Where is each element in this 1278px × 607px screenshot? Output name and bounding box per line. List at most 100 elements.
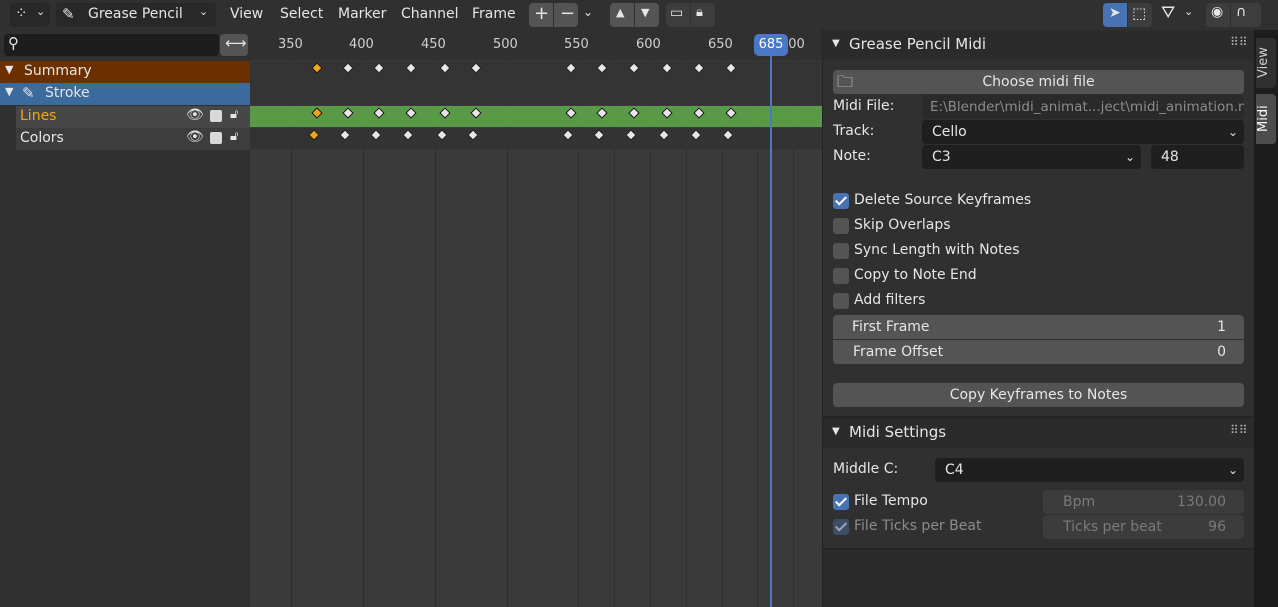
bpm-value: 130.00: [1177, 494, 1226, 510]
proportional-icon: ◉: [1211, 4, 1224, 20]
channel-lines[interactable]: Lines 👁︎ 🔓︎: [16, 106, 250, 128]
eye-icon[interactable]: 👁︎: [186, 107, 204, 123]
choose-midi-file-button[interactable]: 🗀 Choose midi file: [833, 70, 1244, 94]
bpm-field[interactable]: Bpm 130.00: [1043, 490, 1244, 514]
tab-view[interactable]: View: [1256, 38, 1276, 88]
summary-track[interactable]: [250, 61, 822, 83]
chevron-down-icon[interactable]: ⌄: [583, 5, 593, 19]
file-tempo-label[interactable]: File Tempo: [854, 493, 928, 509]
skip-overlaps-checkbox[interactable]: [833, 218, 849, 234]
channel-colors[interactable]: Colors 👁︎ 🔓︎: [16, 128, 250, 150]
eye-icon[interactable]: 👁︎: [186, 129, 204, 145]
add-filters-label[interactable]: Add filters: [854, 292, 925, 308]
note-label: Note:: [833, 148, 871, 164]
sidebar-panel: ▼ Grease Pencil Midi ⠿⠿ 🗀 Choose midi fi…: [822, 30, 1255, 607]
checkbox-icon[interactable]: [210, 132, 222, 144]
note-number-value: 48: [1161, 149, 1179, 165]
copy-keyframes-button[interactable]: Copy Keyframes to Notes: [833, 383, 1244, 407]
search-icon: ⚲: [8, 34, 19, 52]
cursor-icon: ➤: [1109, 5, 1121, 21]
first-frame-value: 1: [1217, 319, 1226, 335]
midi-file-field[interactable]: E:\Blender\midi_animat...ject\midi_anima…: [922, 95, 1244, 119]
channel-summary[interactable]: ▼ Summary: [0, 61, 250, 83]
tab-midi[interactable]: Midi: [1256, 94, 1276, 144]
colors-track[interactable]: [250, 128, 822, 149]
current-frame-badge[interactable]: 685: [754, 34, 788, 56]
mode-dropdown[interactable]: ✎ Grease Pencil ⌄: [56, 3, 216, 27]
chevron-down-icon: ⌄: [199, 5, 209, 18]
channel-stroke[interactable]: ▼ ✎ Stroke: [0, 83, 250, 105]
sync-length-label[interactable]: Sync Length with Notes: [854, 242, 1020, 258]
channel-list: ▼ Summary ▼ ✎ Stroke Lines 👁︎ 🔓︎ Colors …: [0, 60, 250, 607]
menu-select[interactable]: Select: [280, 6, 323, 22]
middle-c-dropdown[interactable]: C4 ⌄: [935, 458, 1244, 482]
editor-header: ⁘ ⌄ ✎ Grease Pencil ⌄ View Select Marker…: [0, 0, 1278, 30]
menu-marker[interactable]: Marker: [338, 6, 386, 22]
filter-dropdown[interactable]: ⛛ ⌄: [1158, 3, 1198, 27]
lock-button[interactable]: 🔒︎: [691, 3, 715, 27]
falloff-button[interactable]: ∩: [1231, 3, 1261, 27]
note-dropdown[interactable]: C3 ⌄: [922, 145, 1141, 169]
track-dropdown[interactable]: Cello ⌄: [922, 120, 1244, 144]
swap-sync-button[interactable]: ⟷: [220, 34, 248, 56]
midi-file-label: Midi File:: [833, 98, 895, 114]
frame-offset-field[interactable]: Frame Offset 0: [833, 340, 1244, 364]
channel-search-input[interactable]: ⚲: [4, 34, 219, 56]
lines-track[interactable]: [250, 106, 822, 127]
triangle-up-icon: ▲: [616, 6, 625, 19]
delete-source-keyframes-label[interactable]: Delete Source Keyframes: [854, 192, 1031, 208]
frame-offset-value: 0: [1217, 344, 1226, 360]
sync-length-checkbox[interactable]: [833, 243, 849, 259]
menu-channel[interactable]: Channel: [401, 6, 458, 22]
drag-handle-icon[interactable]: ⠿⠿: [1230, 35, 1248, 49]
panel-header-midi-settings[interactable]: ▼ Midi Settings ⠿⠿: [823, 418, 1255, 448]
tick-label: 400: [349, 37, 374, 52]
select-tool-button[interactable]: ➤: [1103, 3, 1127, 27]
checkbox-icon[interactable]: [210, 110, 222, 122]
file-ticks-checkbox[interactable]: [833, 519, 849, 535]
track-value: Cello: [932, 124, 967, 140]
box-select-button[interactable]: ⬚: [1128, 3, 1152, 27]
triangle-down-icon[interactable]: ▼: [5, 85, 13, 98]
menu-frame[interactable]: Frame: [472, 6, 516, 22]
frame-ruler[interactable]: [250, 30, 822, 60]
file-ticks-label[interactable]: File Ticks per Beat: [854, 518, 981, 534]
channel-summary-label: Summary: [24, 63, 92, 79]
first-frame-field[interactable]: First Frame 1: [833, 315, 1244, 339]
dopesheet-timeline[interactable]: 350 400 450 500 550 600 650 700 685: [250, 30, 822, 607]
triangle-down-icon: ▼: [832, 426, 840, 437]
minus-icon: −: [560, 3, 576, 24]
chevron-down-icon: ⌄: [1227, 125, 1238, 139]
unlock-icon[interactable]: 🔓︎: [230, 129, 238, 144]
add-filters-checkbox[interactable]: [833, 293, 849, 309]
tick-label: 350: [278, 37, 303, 52]
triangle-down-icon[interactable]: ▼: [5, 63, 13, 76]
drag-handle-icon[interactable]: ⠿⠿: [1230, 423, 1248, 437]
move-down-button[interactable]: ▼: [635, 3, 659, 27]
stroke-track[interactable]: [250, 83, 822, 105]
note-number-input[interactable]: 48: [1151, 145, 1244, 169]
chevron-down-icon: ⌄: [1184, 5, 1194, 18]
skip-overlaps-label[interactable]: Skip Overlaps: [854, 217, 951, 233]
file-tempo-checkbox[interactable]: [833, 494, 849, 510]
unlock-icon[interactable]: 🔓︎: [230, 107, 238, 122]
delete-source-keyframes-checkbox[interactable]: [833, 193, 849, 209]
panel-header-grease-pencil-midi[interactable]: ▼ Grease Pencil Midi ⠿⠿: [823, 30, 1255, 60]
add-keyframe-button[interactable]: +: [529, 3, 553, 27]
double-arrow-icon: ⟷: [225, 34, 247, 52]
menu-view[interactable]: View: [230, 6, 263, 22]
editor-type-button[interactable]: ⁘ ⌄: [10, 3, 50, 27]
tab-midi-label: Midi: [1256, 105, 1271, 133]
only-show-selected-button[interactable]: ▭: [666, 3, 690, 27]
remove-keyframe-button[interactable]: −: [554, 3, 578, 27]
move-up-button[interactable]: ▲: [610, 3, 634, 27]
proportional-edit-button[interactable]: ◉: [1206, 3, 1230, 27]
copy-to-note-end-checkbox[interactable]: [833, 268, 849, 284]
plus-icon: +: [534, 3, 550, 24]
box-select-icon: ⬚: [1132, 4, 1147, 22]
channel-stroke-label: Stroke: [45, 85, 90, 101]
tick-label: 450: [421, 37, 446, 52]
playhead-line[interactable]: [770, 56, 772, 607]
copy-to-note-end-label[interactable]: Copy to Note End: [854, 267, 977, 283]
ticks-per-beat-field[interactable]: Ticks per beat 96: [1043, 515, 1244, 539]
